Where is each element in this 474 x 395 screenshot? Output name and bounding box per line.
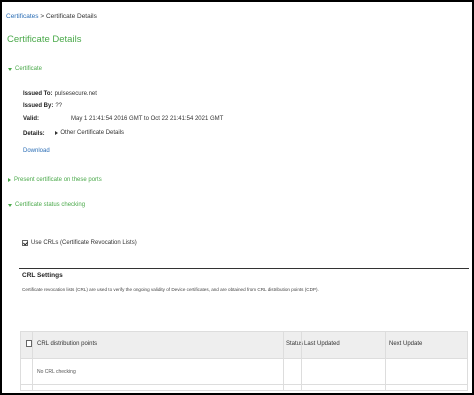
valid-label: Valid: xyxy=(23,116,40,122)
section-ports-toggle[interactable]: Present certificate on these ports xyxy=(8,177,102,183)
download-link[interactable]: Download xyxy=(23,148,50,154)
issued-to-row: Issued To: pulsesecure.net xyxy=(23,91,97,97)
crl-settings-title: CRL Settings xyxy=(22,272,63,279)
details-label: Details: xyxy=(23,131,45,137)
section-certificate-toggle[interactable]: Certificate xyxy=(8,66,42,72)
chevron-down-icon xyxy=(8,203,12,207)
chevron-down-icon xyxy=(8,67,12,71)
issued-to-label: Issued To: xyxy=(23,91,53,97)
breadcrumb-certificates-link[interactable]: Certificates xyxy=(6,13,39,20)
other-details-toggle[interactable]: Other Certificate Details xyxy=(55,130,124,136)
valid-value: May 1 21:41:54 2016 GMT to Oct 22 21:41:… xyxy=(71,116,224,122)
table-cell-crl-points: No CRL checking xyxy=(37,369,76,375)
section-status-label: Certificate status checking xyxy=(15,202,86,208)
chevron-right-icon xyxy=(8,178,11,182)
valid-row: Valid: May 1 21:41:54 2016 GMT to Oct 22… xyxy=(23,116,223,122)
issued-by-label: Issued By: xyxy=(23,103,54,109)
section-status-toggle[interactable]: Certificate status checking xyxy=(8,202,85,208)
section-divider xyxy=(19,268,469,269)
issued-by-row: Issued By:?? xyxy=(23,103,62,109)
crl-settings-description: Certificate revocation lists (CRL) are u… xyxy=(22,287,319,292)
issued-by-value: ?? xyxy=(55,103,63,109)
issued-to-value: pulsesecure.net xyxy=(54,91,97,97)
table-row[interactable]: No CRL checking xyxy=(21,360,467,382)
column-header-crl-points[interactable]: CRL distribution points xyxy=(37,341,97,347)
details-row: Details: Other Certificate Details xyxy=(23,130,124,137)
crl-table-header: CRL distribution points Status Last Upda… xyxy=(21,332,467,359)
window-frame: Certificates > Certificate Details Certi… xyxy=(0,0,474,395)
section-certificate-label: Certificate xyxy=(15,66,43,72)
chevron-right-icon xyxy=(55,131,59,135)
row-divider xyxy=(21,384,467,385)
breadcrumb-current: Certificate Details xyxy=(45,13,97,20)
other-details-label: Other Certificate Details xyxy=(60,130,125,136)
column-header-last-updated[interactable]: Last Updated xyxy=(304,341,340,347)
page-title: Certificate Details xyxy=(7,34,82,45)
use-crls-label: Use CRLs (Certificate Revocation Lists) xyxy=(31,240,137,246)
column-header-next-update[interactable]: Next Update xyxy=(389,341,422,347)
use-crls-checkbox[interactable] xyxy=(22,240,28,246)
use-crls-row: Use CRLs (Certificate Revocation Lists) xyxy=(22,240,137,246)
section-ports-label: Present certificate on these ports xyxy=(14,177,102,183)
crl-table: CRL distribution points Status Last Upda… xyxy=(20,331,468,391)
breadcrumb: Certificates > Certificate Details xyxy=(6,13,97,20)
breadcrumb-separator: > xyxy=(38,13,46,20)
